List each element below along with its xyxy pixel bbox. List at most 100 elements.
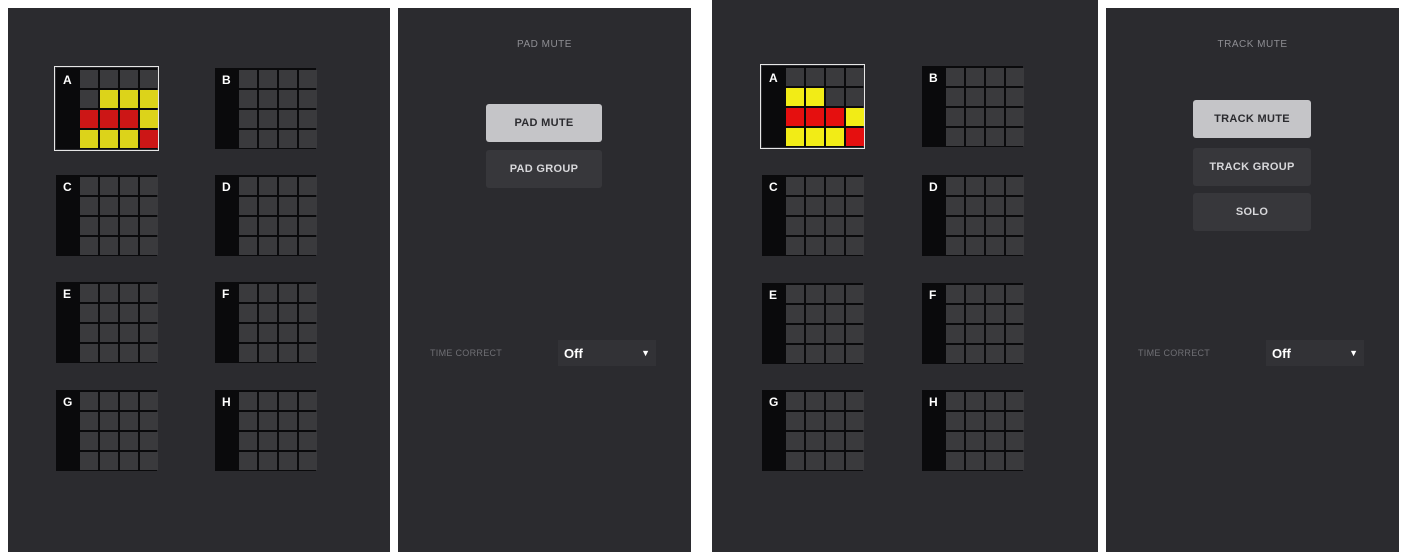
pad[interactable] — [846, 392, 864, 410]
pad[interactable] — [966, 177, 984, 195]
pad[interactable] — [986, 285, 1004, 303]
pad[interactable] — [259, 452, 277, 470]
pad[interactable] — [806, 237, 824, 255]
bank-h-pad-mute[interactable]: H — [215, 390, 317, 471]
pad[interactable] — [299, 412, 317, 430]
pad[interactable] — [100, 392, 118, 410]
pad[interactable] — [786, 325, 804, 343]
pad[interactable] — [946, 197, 964, 215]
pad[interactable] — [299, 130, 317, 148]
pad[interactable] — [786, 392, 804, 410]
pad[interactable] — [120, 177, 138, 195]
pad[interactable] — [279, 217, 297, 235]
pad[interactable] — [279, 90, 297, 108]
pad[interactable] — [140, 70, 158, 88]
pad[interactable] — [806, 197, 824, 215]
pad[interactable] — [279, 110, 297, 128]
pad[interactable] — [239, 90, 257, 108]
pad[interactable] — [826, 452, 844, 470]
pad[interactable] — [946, 305, 964, 323]
pad[interactable] — [986, 392, 1004, 410]
pad-group-button[interactable]: PAD GROUP — [486, 150, 602, 188]
pad[interactable] — [806, 285, 824, 303]
pad[interactable] — [1006, 452, 1024, 470]
pad[interactable] — [299, 284, 317, 302]
pad[interactable] — [299, 217, 317, 235]
pad[interactable] — [140, 432, 158, 450]
pad[interactable] — [120, 237, 138, 255]
pad[interactable] — [140, 237, 158, 255]
pad[interactable] — [120, 304, 138, 322]
pad[interactable] — [100, 177, 118, 195]
pad[interactable] — [846, 325, 864, 343]
pad[interactable] — [80, 452, 98, 470]
pad[interactable] — [826, 197, 844, 215]
pad[interactable] — [1006, 305, 1024, 323]
pad[interactable] — [80, 110, 98, 128]
bank-f-track-mute[interactable]: F — [922, 283, 1024, 364]
pad[interactable] — [120, 432, 138, 450]
pad[interactable] — [986, 345, 1004, 363]
pad[interactable] — [1006, 128, 1024, 146]
pad[interactable] — [100, 432, 118, 450]
pad[interactable] — [80, 432, 98, 450]
pad[interactable] — [259, 412, 277, 430]
bank-d-track-mute[interactable]: D — [922, 175, 1024, 256]
pad[interactable] — [806, 345, 824, 363]
pad[interactable] — [279, 432, 297, 450]
pad[interactable] — [239, 237, 257, 255]
pad[interactable] — [299, 392, 317, 410]
pad[interactable] — [120, 197, 138, 215]
pad[interactable] — [239, 130, 257, 148]
pad[interactable] — [120, 412, 138, 430]
pad[interactable] — [140, 412, 158, 430]
pad[interactable] — [140, 452, 158, 470]
pad[interactable] — [786, 432, 804, 450]
pad[interactable] — [806, 88, 824, 106]
pad[interactable] — [846, 305, 864, 323]
track-group-button[interactable]: TRACK GROUP — [1193, 148, 1311, 186]
pad[interactable] — [806, 325, 824, 343]
pad[interactable] — [966, 128, 984, 146]
pad[interactable] — [140, 324, 158, 342]
pad[interactable] — [986, 108, 1004, 126]
pad-mute-button[interactable]: PAD MUTE — [486, 104, 602, 142]
pad[interactable] — [826, 285, 844, 303]
pad[interactable] — [259, 324, 277, 342]
pad[interactable] — [80, 177, 98, 195]
pad[interactable] — [279, 284, 297, 302]
pad[interactable] — [826, 177, 844, 195]
pad[interactable] — [1006, 108, 1024, 126]
pad[interactable] — [80, 392, 98, 410]
bank-d-pad-mute[interactable]: D — [215, 175, 317, 256]
pad[interactable] — [140, 90, 158, 108]
pad[interactable] — [239, 432, 257, 450]
pad[interactable] — [966, 108, 984, 126]
pad[interactable] — [786, 128, 804, 146]
pad[interactable] — [140, 110, 158, 128]
pad[interactable] — [1006, 432, 1024, 450]
pad[interactable] — [239, 324, 257, 342]
bank-e-track-mute[interactable]: E — [762, 283, 864, 364]
pad[interactable] — [946, 217, 964, 235]
pad[interactable] — [100, 452, 118, 470]
pad[interactable] — [846, 412, 864, 430]
pad[interactable] — [120, 130, 138, 148]
pad[interactable] — [80, 217, 98, 235]
pad[interactable] — [120, 344, 138, 362]
pad[interactable] — [259, 344, 277, 362]
pad[interactable] — [966, 452, 984, 470]
pad[interactable] — [806, 452, 824, 470]
pad[interactable] — [826, 412, 844, 430]
pad[interactable] — [1006, 68, 1024, 86]
pad[interactable] — [140, 197, 158, 215]
pad[interactable] — [966, 325, 984, 343]
pad[interactable] — [100, 130, 118, 148]
pad[interactable] — [299, 304, 317, 322]
pad[interactable] — [239, 304, 257, 322]
pad[interactable] — [786, 177, 804, 195]
pad[interactable] — [239, 412, 257, 430]
pad[interactable] — [946, 325, 964, 343]
pad[interactable] — [1006, 88, 1024, 106]
pad[interactable] — [806, 108, 824, 126]
